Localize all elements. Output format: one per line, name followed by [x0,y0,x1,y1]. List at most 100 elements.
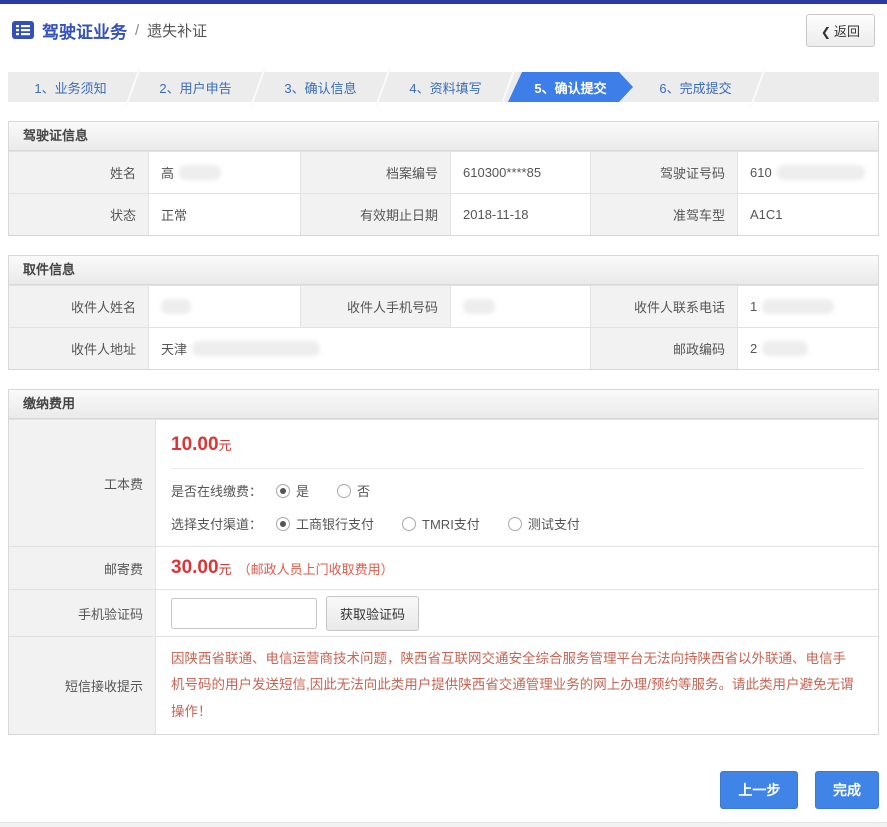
radio-online-no[interactable]: 否 [337,481,370,500]
previous-step-button[interactable]: 上一步 [720,771,798,809]
sms-tip-label: 短信接收提示 [9,637,156,734]
work-fee-label: 工本费 [9,420,156,546]
breadcrumb: 驾驶证业务 / 遗失补证 [12,18,207,43]
mail-fee-label: 邮寄费 [9,547,156,589]
redaction-blur [192,341,320,356]
work-fee-content: 10.00元 是否在线缴费： 是 否 选择支付渠道： 工商银行支付 [156,420,878,546]
captcha-content: 获取验证码 [156,590,878,636]
redaction-blur [762,341,808,356]
page-bottom-strip [0,822,887,827]
fee-section-title: 缴纳费用 [9,390,878,419]
captcha-row: 手机验证码 获取验证码 [9,589,878,636]
radio-circle-icon [276,484,290,498]
get-captcha-button[interactable]: 获取验证码 [326,596,419,631]
online-pay-label: 是否在线缴费： [171,481,262,500]
name-value: 高 [149,152,301,193]
radio-channel-test-label: 测试支付 [528,514,580,533]
chevron-left-icon: ❮ [821,25,831,39]
step-2-user-declaration[interactable]: 2、用户申告 [133,72,258,102]
license-number-label: 驾驶证号码 [591,152,738,193]
radio-channel-icbc-label: 工商银行支付 [296,514,374,533]
status-value: 正常 [149,194,301,235]
radio-circle-icon [508,517,522,531]
pay-channel-label: 选择支付渠道： [171,514,262,533]
valid-until-label: 有效期止日期 [301,194,451,235]
file-number-label: 档案编号 [301,152,451,193]
pickup-info-section: 取件信息 收件人姓名 收件人手机号码 收件人联系电话 1 收件人地址 天津 邮政… [8,255,879,370]
table-row: 收件人地址 天津 邮政编码 2 [9,327,878,369]
step-4-fill-data[interactable]: 4、资料填写 [383,72,508,102]
step-5-confirm-submit[interactable]: 5、确认提交 [508,72,633,102]
page-subtitle: 遗失补证 [147,20,207,41]
step-6-complete-submit[interactable]: 6、完成提交 [633,72,758,102]
fee-section: 缴纳费用 工本费 10.00元 是否在线缴费： 是 否 选择支付渠道： [8,389,879,735]
recipient-address-label: 收件人地址 [9,328,149,369]
mail-fee-content: 30.00元 （邮政人员上门收取费用） [156,547,878,589]
work-fee-row: 工本费 10.00元 是否在线缴费： 是 否 选择支付渠道： [9,419,878,546]
license-number-value: 610 [738,152,878,193]
recipient-phone-label: 收件人联系电话 [591,286,738,327]
sms-tip-row: 短信接收提示 因陕西省联通、电信运营商技术问题，陕西省互联网交通安全综合服务管理… [9,636,878,734]
work-fee-unit: 元 [219,438,232,453]
file-number-value: 610300****85 [451,152,591,193]
radio-channel-test[interactable]: 测试支付 [508,514,580,533]
step-wizard: 1、业务须知 2、用户申告 3、确认信息 4、资料填写 5、确认提交 6、完成提… [8,72,879,102]
redaction-blur [762,299,834,314]
valid-until-value: 2018-11-18 [451,194,591,235]
finish-button[interactable]: 完成 [815,771,879,809]
mail-fee-row: 邮寄费 30.00元 （邮政人员上门收取费用） [9,546,878,589]
step-1-business-notice[interactable]: 1、业务须知 [8,72,133,102]
back-button-label: 返回 [834,24,860,39]
postal-code-value: 2 [738,328,878,369]
mail-fee-unit: 元 [219,559,232,578]
sms-tip-content: 因陕西省联通、电信运营商技术问题，陕西省互联网交通安全综合服务管理平台无法向持陕… [156,637,878,734]
step-3-confirm-info[interactable]: 3、确认信息 [258,72,383,102]
vehicle-class-label: 准驾车型 [591,194,738,235]
name-label: 姓名 [9,152,149,193]
captcha-input[interactable] [171,598,317,629]
radio-circle-icon [276,517,290,531]
table-row: 收件人姓名 收件人手机号码 收件人联系电话 1 [9,285,878,327]
postal-code-label: 邮政编码 [591,328,738,369]
pay-channel-line: 选择支付渠道： 工商银行支付 TMRI支付 测试支付 [171,507,863,546]
radio-channel-tmri-label: TMRI支付 [422,514,480,533]
redaction-blur [777,165,865,180]
recipient-name-label: 收件人姓名 [9,286,149,327]
work-fee-amount-line: 10.00元 [171,420,863,469]
back-button[interactable]: ❮返回 [806,14,875,47]
vehicle-class-value: A1C1 [738,194,878,235]
radio-channel-icbc[interactable]: 工商银行支付 [276,514,374,533]
mail-fee-note: （邮政人员上门收取费用） [238,559,394,578]
radio-online-yes[interactable]: 是 [276,481,309,500]
status-label: 状态 [9,194,149,235]
radio-online-no-label: 否 [357,481,370,500]
footer-actions: 上一步 完成 [8,771,879,809]
radio-channel-tmri[interactable]: TMRI支付 [402,514,480,533]
table-row: 状态 正常 有效期止日期 2018-11-18 准驾车型 A1C1 [9,193,878,235]
pickup-section-title: 取件信息 [9,256,878,285]
radio-circle-icon [402,517,416,531]
recipient-address-value: 天津 [149,328,591,369]
license-business-icon [12,21,34,39]
captcha-label: 手机验证码 [9,590,156,636]
work-fee-amount: 10.00 [171,434,219,455]
redaction-blur [161,299,191,314]
recipient-name-value [149,286,301,327]
mail-fee-amount: 30.00 [171,557,219,579]
page-title: 驾驶证业务 [42,18,127,43]
page-header: 驾驶证业务 / 遗失补证 ❮返回 [0,4,887,56]
radio-online-yes-label: 是 [296,481,309,500]
recipient-mobile-label: 收件人手机号码 [301,286,451,327]
table-row: 姓名 高 档案编号 610300****85 驾驶证号码 610 [9,151,878,193]
recipient-mobile-value [451,286,591,327]
redaction-blur [463,299,495,314]
redaction-blur [179,165,221,180]
online-pay-line: 是否在线缴费： 是 否 [171,469,863,507]
recipient-phone-value: 1 [738,286,878,327]
license-info-section: 驾驶证信息 姓名 高 档案编号 610300****85 驾驶证号码 610 状… [8,121,879,236]
breadcrumb-separator: / [135,22,139,39]
radio-circle-icon [337,484,351,498]
license-section-title: 驾驶证信息 [9,122,878,151]
step-bar-filler [758,72,879,102]
sms-tip-text: 因陕西省联通、电信运营商技术问题，陕西省互联网交通安全综合服务管理平台无法向持陕… [171,637,863,734]
